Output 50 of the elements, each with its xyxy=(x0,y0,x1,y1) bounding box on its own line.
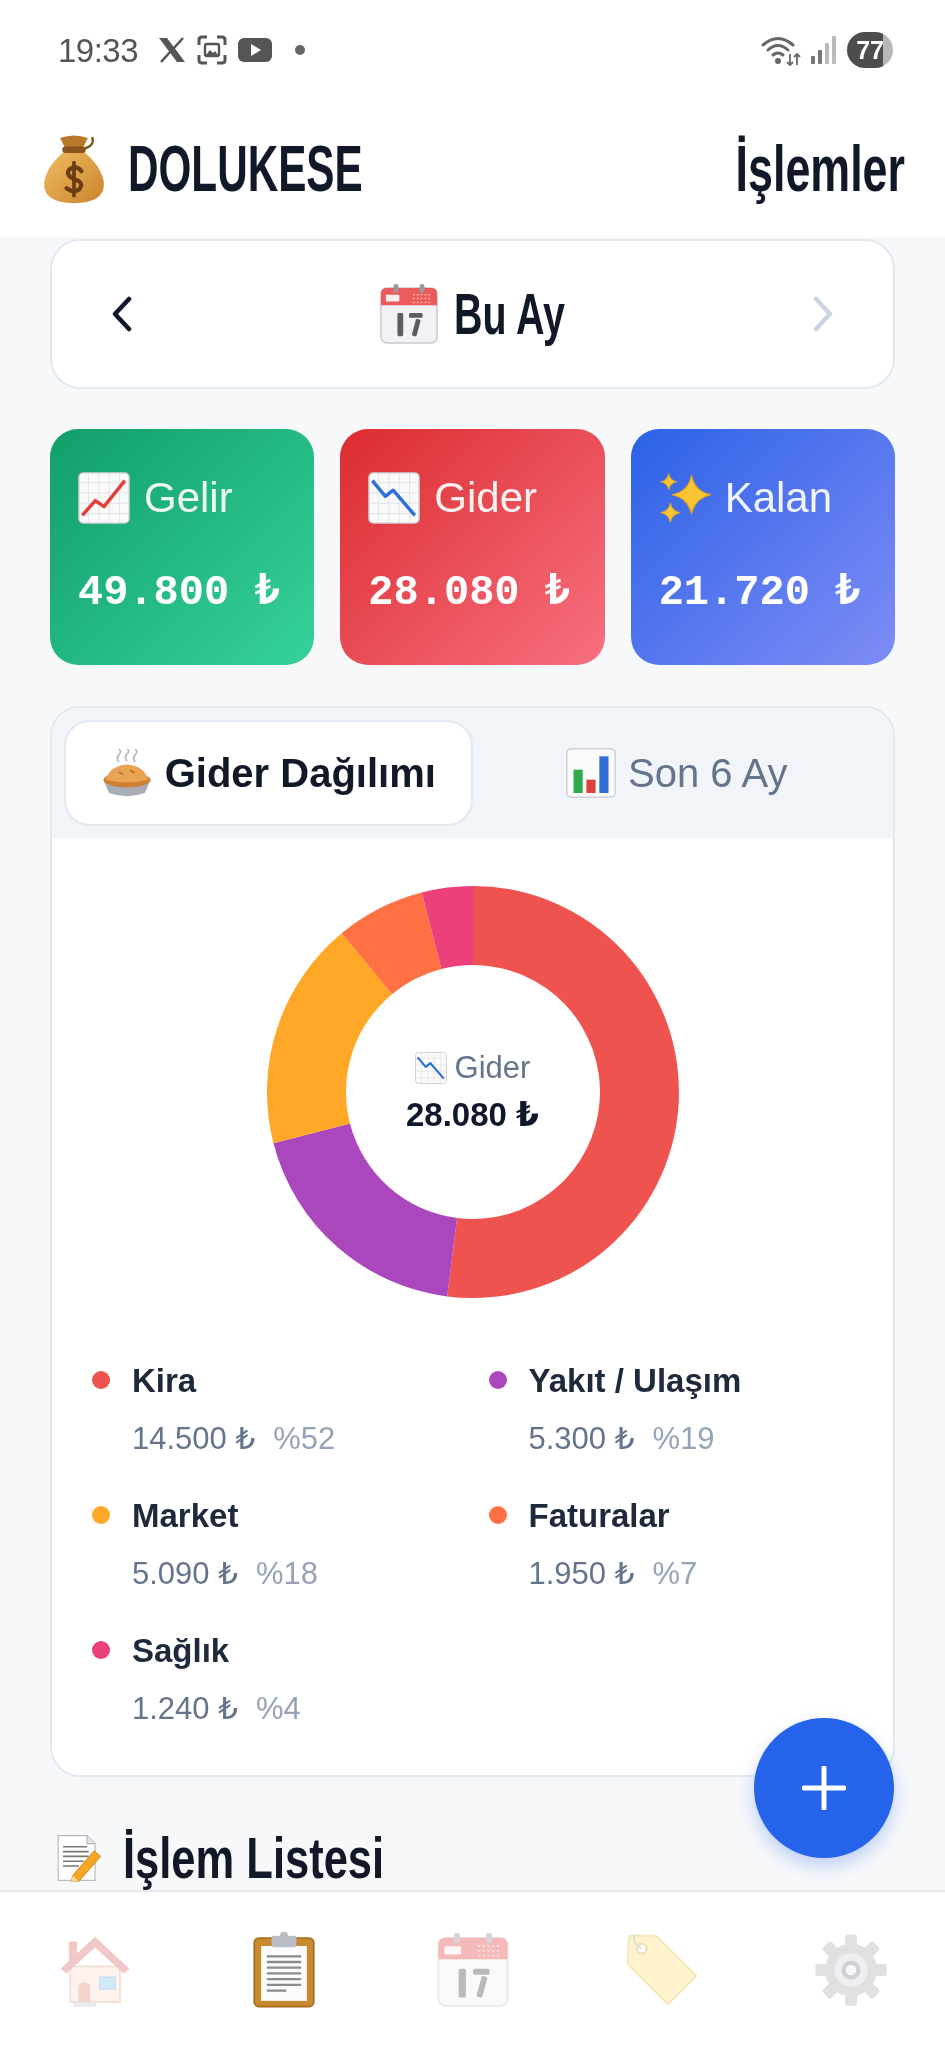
previous-button[interactable] xyxy=(110,296,134,332)
card-label: Kalan xyxy=(724,473,833,523)
app-title: DOLUKESE xyxy=(128,136,363,201)
legend-amount: 1.240 ₺ xyxy=(132,1690,238,1728)
chevron-right-icon xyxy=(811,296,835,332)
chart-down-icon xyxy=(414,1052,447,1084)
legend-percent: %52 xyxy=(273,1420,336,1458)
wifi-icon xyxy=(761,34,802,66)
legend-amount: 5.090 ₺ xyxy=(132,1555,238,1593)
card-amount: 49.800 ₺ xyxy=(78,568,281,618)
legend-amount: 5.300 ₺ xyxy=(528,1420,635,1458)
image-frame-icon xyxy=(197,35,228,65)
center-label: Gider xyxy=(454,1049,531,1087)
legend-label: Faturalar xyxy=(528,1496,671,1536)
calendar-icon xyxy=(436,1933,509,2007)
chart-tab[interactable]: Gider Dağılımı xyxy=(64,720,473,826)
legend-amount: 1.950 ₺ xyxy=(528,1555,635,1593)
chart-up-icon xyxy=(78,472,130,524)
legend-label: Kira xyxy=(132,1361,198,1401)
clipboard-icon xyxy=(251,1931,316,2009)
card-amount: 28.080 ₺ xyxy=(368,568,572,618)
legend-label: Yakıt / Ulaşım xyxy=(528,1361,742,1401)
card-label: Gelir xyxy=(144,473,233,523)
legend-percent: %18 xyxy=(255,1555,318,1593)
chevron-left-icon xyxy=(110,296,134,332)
legend-percent: %19 xyxy=(652,1420,715,1458)
settings-icon xyxy=(812,1932,889,2008)
legend-amount: 14.500 ₺ xyxy=(132,1420,256,1458)
chart-tab[interactable]: Son 6 Ay xyxy=(472,720,881,826)
legend-percent: %4 xyxy=(255,1690,301,1728)
calendar-icon xyxy=(379,284,438,344)
card-amount: 21.720 ₺ xyxy=(658,568,862,618)
sparkles-icon xyxy=(658,472,711,524)
x-mark-icon xyxy=(158,37,187,63)
center-total: 28.080 ₺ xyxy=(405,1095,540,1135)
add-button[interactable] xyxy=(754,1718,894,1858)
money-bag-icon xyxy=(42,132,106,205)
legend-label: Sağlık xyxy=(132,1631,231,1671)
memo-icon xyxy=(55,1834,103,1882)
dot-icon xyxy=(295,45,306,55)
clock-time: 19:33 xyxy=(58,33,139,67)
bar-chart-icon xyxy=(566,748,617,798)
card-label: Gider xyxy=(434,473,538,523)
play-button-icon xyxy=(238,38,273,62)
plus-icon xyxy=(802,1766,846,1810)
chart-down-icon xyxy=(368,472,421,524)
signal-icon xyxy=(811,36,838,64)
legend-percent: %7 xyxy=(652,1555,698,1593)
battery-indicator: 77 xyxy=(847,32,893,68)
legend-label: Market xyxy=(132,1496,240,1536)
